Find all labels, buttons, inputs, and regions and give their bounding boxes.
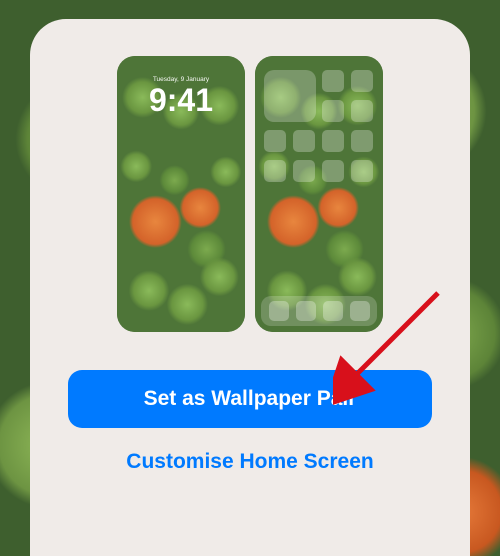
- home-screen-dock: [261, 296, 377, 326]
- dock-icon-placeholder: [323, 301, 343, 321]
- app-icon-placeholder: [351, 70, 373, 92]
- lock-screen-date: Tuesday, 9 January: [117, 76, 245, 83]
- app-icon-placeholder: [351, 130, 373, 152]
- home-screen-preview: [255, 56, 383, 332]
- app-icon-placeholder: [351, 160, 373, 182]
- lock-screen-content: Tuesday, 9 January 9:41: [117, 76, 245, 116]
- app-icon-placeholder: [264, 160, 286, 182]
- dock-icon-placeholder: [350, 301, 370, 321]
- app-icon-placeholder: [322, 100, 344, 122]
- app-icon-placeholder: [293, 130, 315, 152]
- dock-icon-placeholder: [296, 301, 316, 321]
- app-icon-placeholder: [322, 130, 344, 152]
- customise-home-screen-button[interactable]: Customise Home Screen: [68, 428, 432, 496]
- wallpaper-set-sheet: Tuesday, 9 January 9:41: [30, 19, 470, 556]
- app-icon-placeholder: [293, 160, 315, 182]
- wallpaper-previews: Tuesday, 9 January 9:41: [117, 56, 383, 332]
- lock-screen-time: 9:41: [117, 84, 245, 116]
- app-icon-placeholder: [264, 130, 286, 152]
- home-screen-grid: [264, 70, 374, 182]
- app-icon-placeholder: [351, 100, 373, 122]
- lock-screen-preview: Tuesday, 9 January 9:41: [117, 56, 245, 332]
- home-widget-placeholder: [264, 70, 316, 122]
- app-icon-placeholder: [322, 160, 344, 182]
- dock-icon-placeholder: [269, 301, 289, 321]
- set-as-wallpaper-pair-button[interactable]: Set as Wallpaper Pair: [68, 370, 432, 428]
- app-icon-placeholder: [322, 70, 344, 92]
